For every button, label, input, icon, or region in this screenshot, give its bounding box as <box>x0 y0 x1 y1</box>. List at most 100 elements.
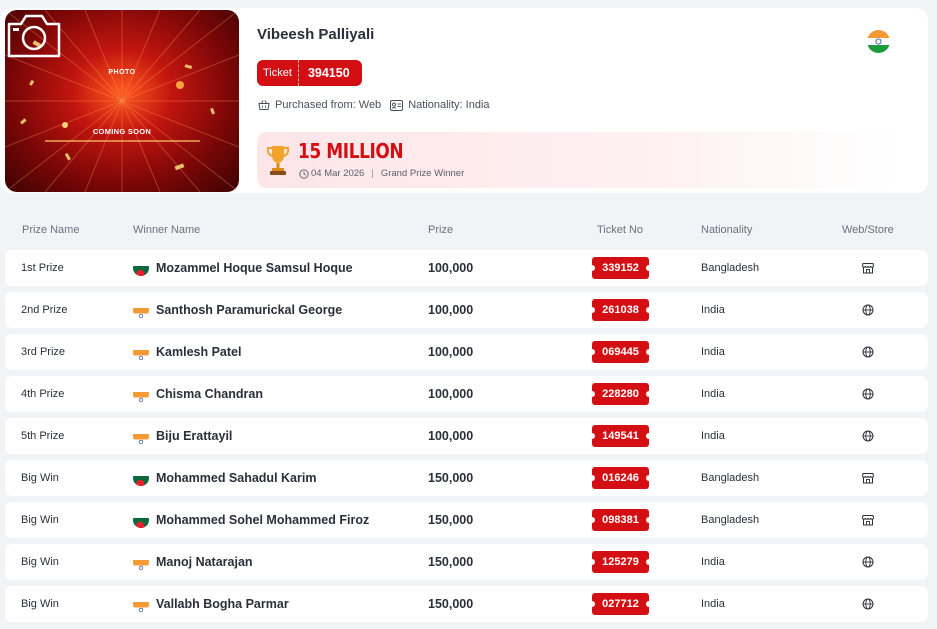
table-header: Prize Name Winner Name Prize Ticket No N… <box>0 222 937 238</box>
india-flag-icon <box>867 30 890 53</box>
prize-name-cell: Big Win <box>21 556 59 568</box>
ticket-number-badge: 027712 <box>589 593 652 615</box>
nationality: Nationality: India <box>408 99 490 111</box>
prize-name-cell: 2nd Prize <box>21 304 68 316</box>
header-channel: Web/Store <box>842 224 894 236</box>
india-flag-icon <box>133 596 149 612</box>
id-card-icon <box>390 99 404 111</box>
india-flag-icon <box>133 386 149 402</box>
purchased-from: Purchased from: Web <box>275 99 382 111</box>
table-row: 5th Prize Biju Erattayil 100,000 149541 Indi… <box>5 418 928 454</box>
prize-name-cell: 5th Prize <box>21 430 65 442</box>
prize-amount-cell: 100,000 <box>428 303 474 317</box>
table-row: 1st Prize Mozammel Hoque Samsul Hoque 100,… <box>5 250 928 286</box>
nationality-cell: India <box>701 556 725 568</box>
table-row: Big Win Vallabh Bogha Parmar 150,000 027712… <box>5 586 928 622</box>
nationality-cell: Bangladesh <box>701 514 760 526</box>
trophy-icon <box>266 146 290 175</box>
ticket-label: Ticket <box>257 60 299 86</box>
grand-prize-banner: 15 MILLION 04 Mar 2026 | Grand Prize Win… <box>257 132 899 188</box>
store-icon <box>861 472 875 484</box>
table-row: Big Win Mohammed Sahadul Karim 150,000 0162… <box>5 460 928 496</box>
nationality-cell: India <box>701 304 725 316</box>
prize-amount-cell: 150,000 <box>428 471 474 485</box>
prize-amount-cell: 150,000 <box>428 597 474 611</box>
ticket-number-badge: 149541 <box>589 425 652 447</box>
winner-name-cell: Mozammel Hoque Samsul Hoque <box>156 261 353 275</box>
table-row: Big Win Mohammed Sohel Mohammed Firoz 150,… <box>5 502 928 538</box>
table-row: 3rd Prize Kamlesh Patel 100,000 069445 India <box>5 334 928 370</box>
india-flag-icon <box>133 554 149 570</box>
winner-card: PHOTO COMING SOON Vibeesh Palliyali Tick… <box>0 8 928 193</box>
header-winner-name: Winner Name <box>133 224 201 236</box>
prize-meta: 04 Mar 2026 | Grand Prize Winner <box>299 168 464 179</box>
india-flag-icon <box>133 344 149 360</box>
globe-icon <box>862 346 874 358</box>
prize-amount-cell: 150,000 <box>428 555 474 569</box>
prize-name-cell: 4th Prize <box>21 388 65 400</box>
winner-name-cell: Chisma Chandran <box>156 387 263 401</box>
prize-amount-cell: 100,000 <box>428 387 474 401</box>
coming-soon-label: COMING SOON <box>92 127 152 136</box>
prize-amount-cell: 100,000 <box>428 261 474 275</box>
globe-icon <box>862 598 874 610</box>
prize-name-cell: Big Win <box>21 598 59 610</box>
winner-name-cell: Kamlesh Patel <box>156 345 242 359</box>
camera-icon <box>7 14 61 58</box>
prize-amount-cell: 100,000 <box>428 345 474 359</box>
store-icon <box>861 262 875 274</box>
clock-icon <box>299 168 309 179</box>
winner-photo-placeholder: PHOTO COMING SOON <box>5 10 239 192</box>
prize-type: Grand Prize Winner <box>380 168 465 179</box>
ticket-badge: Ticket 394150 <box>257 60 362 86</box>
prize-name-cell: Big Win <box>21 514 59 526</box>
globe-icon <box>862 430 874 442</box>
prize-name-cell: 1st Prize <box>21 262 64 274</box>
winner-name-cell: Mohammed Sohel Mohammed Firoz <box>156 513 370 527</box>
header-prize-name: Prize Name <box>22 224 80 236</box>
prize-name-cell: Big Win <box>21 472 59 484</box>
store-icon <box>861 514 875 526</box>
prize-name-cell: 3rd Prize <box>21 346 66 358</box>
header-ticket-no: Ticket No <box>597 224 644 236</box>
table-row: 4th Prize Chisma Chandran 100,000 228280 Ind… <box>5 376 928 412</box>
nationality-cell: Bangladesh <box>701 472 760 484</box>
bangladesh-flag-icon <box>133 470 149 486</box>
prize-amount-cell: 100,000 <box>428 429 474 443</box>
winner-name-cell: Biju Erattayil <box>156 429 233 443</box>
winner-name-cell: Santhosh Paramurickal George <box>156 303 343 317</box>
purchase-meta: Purchased from: Web Nationality: India <box>258 99 490 111</box>
ticket-number-badge: 098381 <box>589 509 652 531</box>
winner-name-cell: Vallabh Bogha Parmar <box>156 597 289 611</box>
nationality-cell: India <box>701 346 725 358</box>
globe-icon <box>862 556 874 568</box>
ticket-number-badge: 016246 <box>589 467 652 489</box>
ticket-number: 394150 <box>307 66 350 80</box>
india-flag-icon <box>133 428 149 444</box>
winner-name: Vibeesh Palliyali <box>257 26 375 43</box>
ticket-number-badge: 125279 <box>589 551 652 573</box>
header-nationality: Nationality <box>701 224 753 236</box>
globe-icon <box>862 304 874 316</box>
bangladesh-flag-icon <box>133 260 149 276</box>
table-row: 2nd Prize Santhosh Paramurickal George 100… <box>5 292 928 328</box>
header-prize: Prize <box>428 224 454 236</box>
prize-amount: 15 MILLION <box>298 139 404 163</box>
winner-name-cell: Manoj Natarajan <box>156 555 253 569</box>
nationality-cell: Bangladesh <box>701 262 760 274</box>
table-row: Big Win Manoj Natarajan 150,000 125279 India <box>5 544 928 580</box>
prize-amount-cell: 150,000 <box>428 513 474 527</box>
ticket-number-badge: 069445 <box>589 341 652 363</box>
ticket-number-badge: 261038 <box>589 299 652 321</box>
nationality-cell: India <box>701 598 725 610</box>
india-flag-icon <box>133 302 149 318</box>
photo-label: PHOTO <box>108 69 136 76</box>
ticket-number-badge: 228280 <box>589 383 652 405</box>
draw-date: 04 Mar 2026 <box>311 168 365 179</box>
nationality-cell: India <box>701 388 725 400</box>
ticket-number-badge: 339152 <box>589 257 652 279</box>
globe-icon <box>862 388 874 400</box>
nationality-cell: India <box>701 430 725 442</box>
bangladesh-flag-icon <box>133 512 149 528</box>
winner-name-cell: Mohammed Sahadul Karim <box>156 471 317 485</box>
